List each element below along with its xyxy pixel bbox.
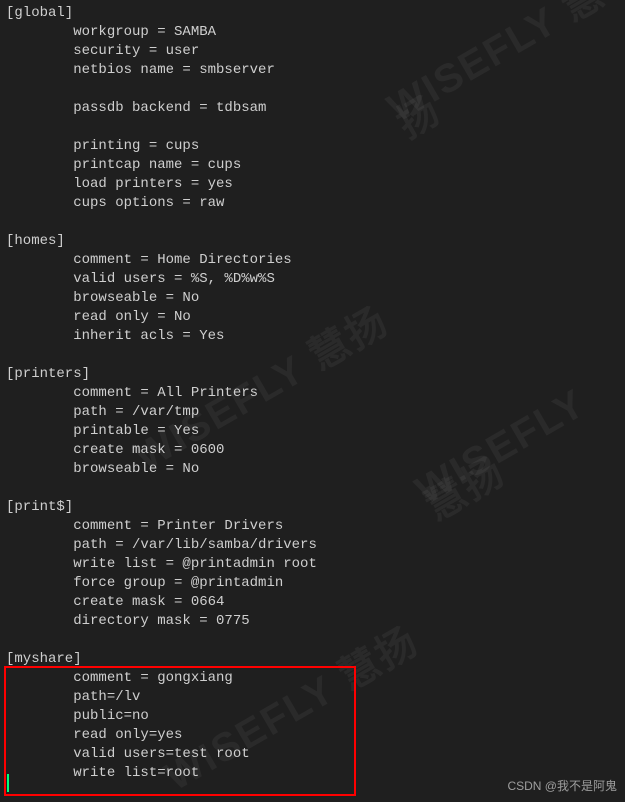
config-line: printcap name = cups	[6, 156, 619, 175]
config-line: inherit acls = Yes	[6, 327, 619, 346]
blank-line	[6, 631, 619, 650]
config-file-content: [global] workgroup = SAMBA security = us…	[0, 0, 625, 787]
csdn-attribution: CSDN @我不是阿鬼	[507, 777, 617, 796]
config-line: force group = @printadmin	[6, 574, 619, 593]
config-line: netbios name = smbserver	[6, 61, 619, 80]
config-line: comment = gongxiang	[6, 669, 619, 688]
config-line: workgroup = SAMBA	[6, 23, 619, 42]
blank-line	[6, 346, 619, 365]
config-line: path = /var/lib/samba/drivers	[6, 536, 619, 555]
config-line: cups options = raw	[6, 194, 619, 213]
config-line: security = user	[6, 42, 619, 61]
config-line: valid users = %S, %D%w%S	[6, 270, 619, 289]
config-line: printable = Yes	[6, 422, 619, 441]
config-line: browseable = No	[6, 460, 619, 479]
config-line: path=/lv	[6, 688, 619, 707]
blank-line	[6, 213, 619, 232]
config-line: read only=yes	[6, 726, 619, 745]
config-line: write list = @printadmin root	[6, 555, 619, 574]
section-header: [myshare]	[6, 650, 619, 669]
config-line: browseable = No	[6, 289, 619, 308]
section-header: [homes]	[6, 232, 619, 251]
config-line: comment = Printer Drivers	[6, 517, 619, 536]
config-line: public=no	[6, 707, 619, 726]
config-line: printing = cups	[6, 137, 619, 156]
text-cursor	[7, 774, 9, 792]
section-header: [print$]	[6, 498, 619, 517]
config-line: valid users=test root	[6, 745, 619, 764]
section-header: [printers]	[6, 365, 619, 384]
blank-line	[6, 118, 619, 137]
config-line: comment = All Printers	[6, 384, 619, 403]
section-header: [global]	[6, 4, 619, 23]
config-line: create mask = 0664	[6, 593, 619, 612]
config-line: comment = Home Directories	[6, 251, 619, 270]
config-line: passdb backend = tdbsam	[6, 99, 619, 118]
blank-line	[6, 479, 619, 498]
config-line: read only = No	[6, 308, 619, 327]
config-line: path = /var/tmp	[6, 403, 619, 422]
blank-line	[6, 80, 619, 99]
config-line: directory mask = 0775	[6, 612, 619, 631]
config-line: load printers = yes	[6, 175, 619, 194]
config-line: create mask = 0600	[6, 441, 619, 460]
